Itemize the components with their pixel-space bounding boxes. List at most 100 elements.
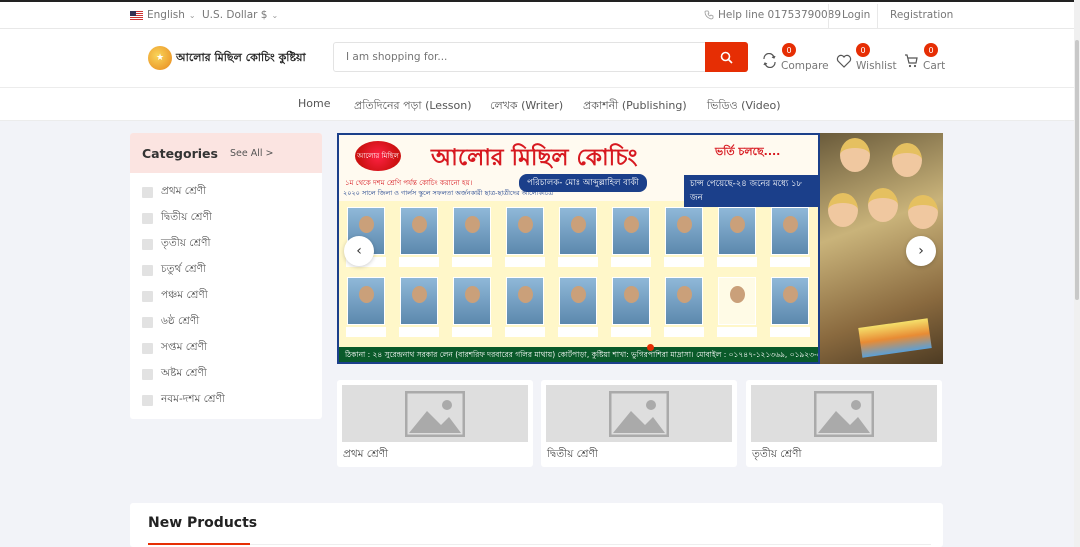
banner-footer: ঠিকানা : ২৪ সুরেন্দ্রনাথ সরকার লেন (বারশ… bbox=[339, 347, 818, 362]
us-flag-icon bbox=[130, 10, 143, 20]
compare-link[interactable]: 0 Compare bbox=[762, 43, 829, 72]
language-selector[interactable]: English ⌄ bbox=[130, 9, 196, 21]
featured-category-card[interactable]: প্রথম শ্রেণী bbox=[337, 380, 533, 467]
card-label: তৃতীয় শ্রেণী bbox=[752, 448, 802, 460]
wishlist-link[interactable]: 0 Wishlist bbox=[836, 43, 897, 72]
see-all-link[interactable]: See All > bbox=[230, 148, 274, 159]
category-item[interactable]: পঞ্চম শ্রেণী bbox=[142, 287, 208, 305]
category-item[interactable]: দ্বিতীয় শ্রেণী bbox=[142, 209, 212, 227]
photo-caption bbox=[505, 327, 545, 337]
cart-count-badge: 0 bbox=[924, 43, 938, 57]
cart-link[interactable]: 0 Cart bbox=[904, 43, 946, 72]
photo-caption bbox=[452, 257, 492, 267]
registration-label: Registration bbox=[890, 9, 954, 21]
nav-home[interactable]: Home bbox=[298, 97, 330, 110]
banner-title: আলোর মিছিল কোচিং bbox=[431, 145, 638, 171]
featured-category-card[interactable]: তৃতীয় শ্রেণী bbox=[746, 380, 942, 467]
cart-icon bbox=[905, 53, 918, 67]
photo-caption bbox=[611, 327, 651, 337]
category-item[interactable]: তৃতীয় শ্রেণী bbox=[142, 235, 211, 253]
search-icon bbox=[720, 51, 733, 64]
category-item[interactable]: ৬ষ্ঠ শ্রেণী bbox=[142, 313, 199, 331]
search-box bbox=[333, 42, 748, 72]
photo-caption bbox=[770, 327, 810, 337]
category-thumb-icon bbox=[142, 394, 153, 406]
nav-publishing[interactable]: প্রকাশনী (Publishing) bbox=[583, 97, 687, 116]
photo-caption bbox=[452, 327, 492, 337]
helpline-text: Help line 01753790089 bbox=[718, 9, 842, 21]
category-item[interactable]: নবম-দশম শ্রেণী bbox=[142, 391, 225, 409]
student-photo bbox=[400, 277, 438, 325]
compare-label: Compare bbox=[781, 60, 829, 72]
photo-caption bbox=[664, 257, 704, 267]
category-item[interactable]: প্রথম শ্রেণী bbox=[142, 183, 206, 201]
banner-line2: ২০২০ সালে জিলা ও গার্লস স্কুলে সফলতা অর্… bbox=[343, 189, 554, 197]
search-button[interactable] bbox=[705, 42, 748, 72]
page-scrollbar[interactable] bbox=[1074, 0, 1080, 547]
chevron-down-icon: ⌄ bbox=[271, 10, 279, 20]
wishlist-count-badge: 0 bbox=[856, 43, 870, 57]
nav-writer[interactable]: লেখক (Writer) bbox=[490, 97, 563, 116]
student-photo bbox=[559, 277, 597, 325]
photo-caption bbox=[558, 327, 598, 337]
categories-header: Categories See All > bbox=[130, 133, 322, 173]
category-item[interactable]: চতুর্থ শ্রেণী bbox=[142, 261, 206, 279]
section-divider bbox=[250, 544, 931, 545]
placeholder-image-icon bbox=[546, 385, 732, 442]
divider bbox=[828, 4, 829, 30]
student-photo bbox=[718, 207, 756, 255]
category-label: অষ্টম শ্রেণী bbox=[161, 366, 207, 379]
category-thumb-icon bbox=[142, 342, 153, 354]
student-photo bbox=[771, 277, 809, 325]
compare-icon bbox=[763, 53, 776, 68]
phone-icon bbox=[704, 10, 714, 20]
currency-selector[interactable]: U.S. Dollar $ ⌄ bbox=[202, 9, 278, 21]
category-item[interactable]: সপ্তম শ্রেণী bbox=[142, 339, 207, 357]
photo-caption bbox=[399, 257, 439, 267]
nav-video[interactable]: ভিডিও (Video) bbox=[707, 97, 781, 116]
slider-prev-button[interactable]: ‹ bbox=[344, 236, 374, 266]
card-label: দ্বিতীয় শ্রেণী bbox=[547, 448, 598, 460]
books-image bbox=[858, 318, 932, 358]
student-photo bbox=[506, 277, 544, 325]
card-label: প্রথম শ্রেণী bbox=[343, 448, 389, 460]
helpline: Help line 01753790089 bbox=[704, 9, 841, 21]
photo-caption bbox=[717, 327, 757, 337]
featured-category-card[interactable]: দ্বিতীয় শ্রেণী bbox=[541, 380, 737, 467]
currency-label: U.S. Dollar $ bbox=[202, 9, 268, 21]
category-thumb-icon bbox=[142, 316, 153, 328]
search-input[interactable] bbox=[334, 43, 706, 71]
category-label: ৬ষ্ঠ শ্রেণী bbox=[161, 314, 200, 327]
slider-dot-active[interactable] bbox=[647, 344, 654, 351]
login-label: Login bbox=[842, 9, 871, 21]
category-thumb-icon bbox=[142, 290, 153, 302]
photo-caption bbox=[505, 257, 545, 267]
site-logo[interactable]: ★ আলোর মিছিল কোচিং কুষ্টিয়া bbox=[148, 46, 306, 70]
nav-lesson[interactable]: প্রতিদিনের পড়া (Lesson) bbox=[354, 97, 472, 116]
category-label: প্রথম শ্রেণী bbox=[161, 184, 207, 197]
student-photos bbox=[341, 203, 816, 351]
student-photo bbox=[506, 207, 544, 255]
photo-caption bbox=[770, 257, 810, 267]
main-nav: Home প্রতিদিনের পড়া (Lesson) লেখক (Writ… bbox=[0, 87, 1074, 121]
login-link[interactable]: Login bbox=[842, 9, 870, 21]
category-thumb-icon bbox=[142, 368, 153, 380]
child-figure bbox=[840, 138, 870, 172]
placeholder-image-icon bbox=[342, 385, 528, 442]
category-item[interactable]: অষ্টম শ্রেণী bbox=[142, 365, 207, 383]
child-figure bbox=[892, 143, 922, 177]
cart-label: Cart bbox=[923, 60, 946, 72]
category-label: সপ্তম শ্রেণী bbox=[161, 340, 207, 353]
student-photo bbox=[347, 277, 385, 325]
slider-next-button[interactable]: › bbox=[906, 236, 936, 266]
coaching-banner-image[interactable]: আলোর মিছিল আলোর মিছিল কোচিং ভর্তি চলছে..… bbox=[337, 133, 820, 364]
scrollbar-thumb[interactable] bbox=[1075, 40, 1079, 300]
logo-text: আলোর মিছিল কোচিং কুষ্টিয়া bbox=[176, 50, 306, 64]
category-thumb-icon bbox=[142, 264, 153, 276]
photo-caption bbox=[611, 257, 651, 267]
category-label: নবম-দশম শ্রেণী bbox=[161, 392, 225, 405]
category-label: দ্বিতীয় শ্রেণী bbox=[161, 210, 212, 223]
categories-title: Categories bbox=[142, 145, 218, 161]
categories-panel: Categories See All > প্রথম শ্রেণী দ্বিতী… bbox=[130, 133, 322, 419]
registration-link[interactable]: Registration bbox=[890, 9, 953, 21]
